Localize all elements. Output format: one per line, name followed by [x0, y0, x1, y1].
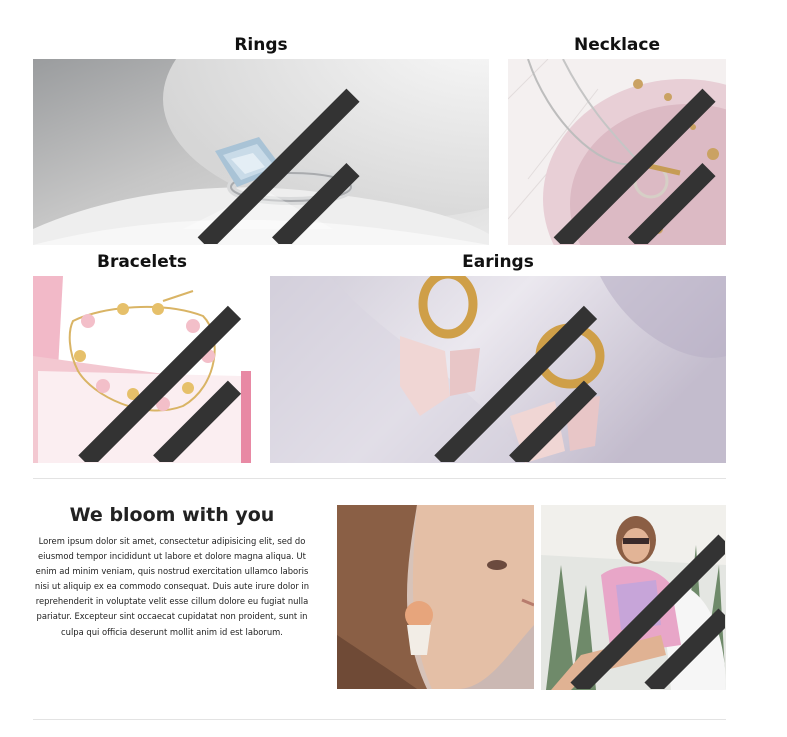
- category-title-necklace: Necklace: [573, 35, 661, 55]
- bracelets-image[interactable]: [33, 276, 251, 463]
- bloom-paragraph: Lorem ipsum dolor sit amet, consectetur …: [34, 536, 310, 637]
- earings-image[interactable]: [270, 276, 726, 463]
- bloom-heading: We bloom with you: [69, 504, 275, 526]
- resize-handle-icon[interactable]: [33, 276, 250, 462]
- category-title-bracelets: Bracelets: [96, 252, 188, 272]
- section-divider: [33, 478, 726, 479]
- category-title-earings: Earings: [462, 252, 534, 272]
- resize-handle-icon[interactable]: [270, 276, 725, 462]
- section-divider: [33, 719, 726, 720]
- gallery-image-earring-model[interactable]: [337, 505, 534, 689]
- resize-handle-icon[interactable]: [541, 505, 725, 689]
- resize-handle-icon[interactable]: [33, 59, 488, 244]
- rings-image[interactable]: [33, 59, 489, 245]
- category-title-rings: Rings: [234, 35, 288, 55]
- gallery-image-sunglasses-model[interactable]: [541, 505, 726, 690]
- resize-handle-icon[interactable]: [508, 59, 725, 244]
- necklace-image[interactable]: [508, 59, 726, 245]
- model-earring-closeup-photo: [337, 505, 534, 689]
